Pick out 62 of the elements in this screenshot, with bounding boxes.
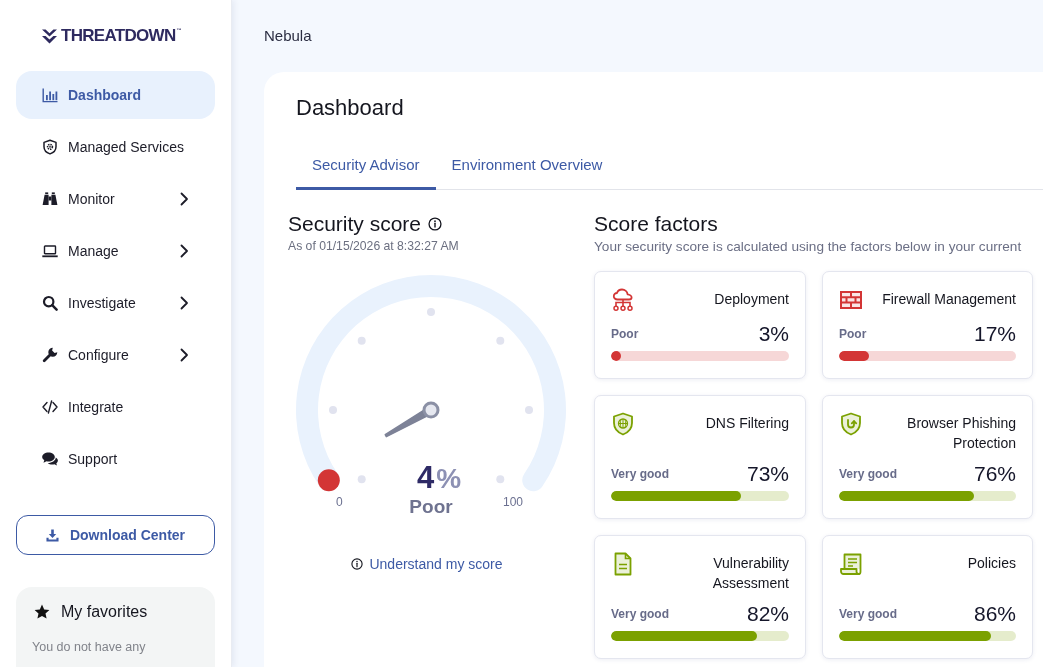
security-score-title: Security score [288, 211, 422, 237]
tab[interactable]: Security Advisor [296, 142, 436, 190]
info-icon [351, 558, 364, 570]
download-icon [45, 528, 59, 542]
nav-item[interactable]: Investigate [16, 279, 215, 327]
binoculars-icon [42, 191, 58, 207]
factor-title: Browser Phishing Protection [906, 414, 1016, 453]
score-rating: Poor [409, 496, 453, 518]
score-value: 4% [416, 460, 462, 497]
shield-globe-icon [611, 412, 635, 436]
factor-rating: Poor [611, 326, 639, 343]
star-icon [34, 604, 50, 620]
factor-rating: Very good [611, 606, 669, 623]
score-timestamp: As of 01/15/2026 at 8:32:27 AM [288, 238, 460, 254]
factor-title: Deployment [714, 290, 789, 309]
code-icon [42, 399, 58, 415]
nav-item[interactable]: Managed Services [16, 123, 215, 171]
download-center-button[interactable]: Download Center [16, 515, 215, 555]
tab[interactable]: Environment Overview [435, 142, 619, 190]
favorites-empty-text: You do not have any [31, 639, 147, 656]
favorites-title: My favorites [61, 602, 148, 622]
nav-item[interactable]: Manage [16, 227, 215, 275]
scroll-icon [839, 552, 863, 576]
understand-score-link[interactable]: Understand my score [351, 554, 503, 574]
factor-title: DNS Filtering [705, 414, 789, 433]
gauge-needle [384, 401, 440, 438]
factor-rating: Very good [839, 466, 897, 483]
brick-wall-icon [839, 288, 863, 312]
gauge-max-label: 100 [503, 494, 524, 510]
page-title: Dashboard [296, 94, 404, 122]
shield-arrow-icon [839, 412, 863, 436]
factor-rating: Very good [839, 606, 897, 623]
factor-percentage: 82% [746, 601, 789, 627]
search-icon [42, 295, 58, 311]
nav-item[interactable]: Integrate [16, 383, 215, 431]
score-factors-title: Score factors [594, 211, 719, 237]
logo-text: THREATDOWN$^{™}$ [61, 28, 181, 44]
organization-name: Nebula [264, 25, 312, 46]
factor-title: Policies [967, 554, 1016, 573]
double-chevron-icon [42, 28, 57, 44]
nav-item[interactable]: Dashboard [16, 71, 215, 119]
factor-title: Firewall Management [882, 290, 1016, 309]
factor-title: Vulnerability Assessment [711, 554, 789, 593]
factor-rating: Very good [611, 466, 669, 483]
wrench-icon [42, 347, 58, 363]
shield-gear-icon [42, 139, 58, 155]
nav-item[interactable]: Configure [16, 331, 215, 379]
gauge-min-label: 0 [336, 494, 343, 510]
factor-percentage: 86% [973, 601, 1016, 627]
score-factors-description: Your security score is calculated using the factors below in your current [594, 238, 1023, 256]
cloud-network-icon [611, 288, 635, 312]
factor-rating: Poor [839, 326, 867, 343]
info-icon [428, 217, 443, 231]
laptop-icon [42, 243, 58, 259]
nav-item[interactable]: Support [16, 435, 215, 483]
bar-chart-icon [42, 87, 58, 103]
factor-percentage: 3% [758, 321, 789, 347]
nav-item[interactable]: Monitor [16, 175, 215, 223]
factor-percentage: 76% [973, 461, 1016, 487]
factor-percentage: 73% [746, 461, 789, 487]
factor-percentage: 17% [973, 321, 1016, 347]
chat-bubbles-icon [42, 451, 58, 467]
